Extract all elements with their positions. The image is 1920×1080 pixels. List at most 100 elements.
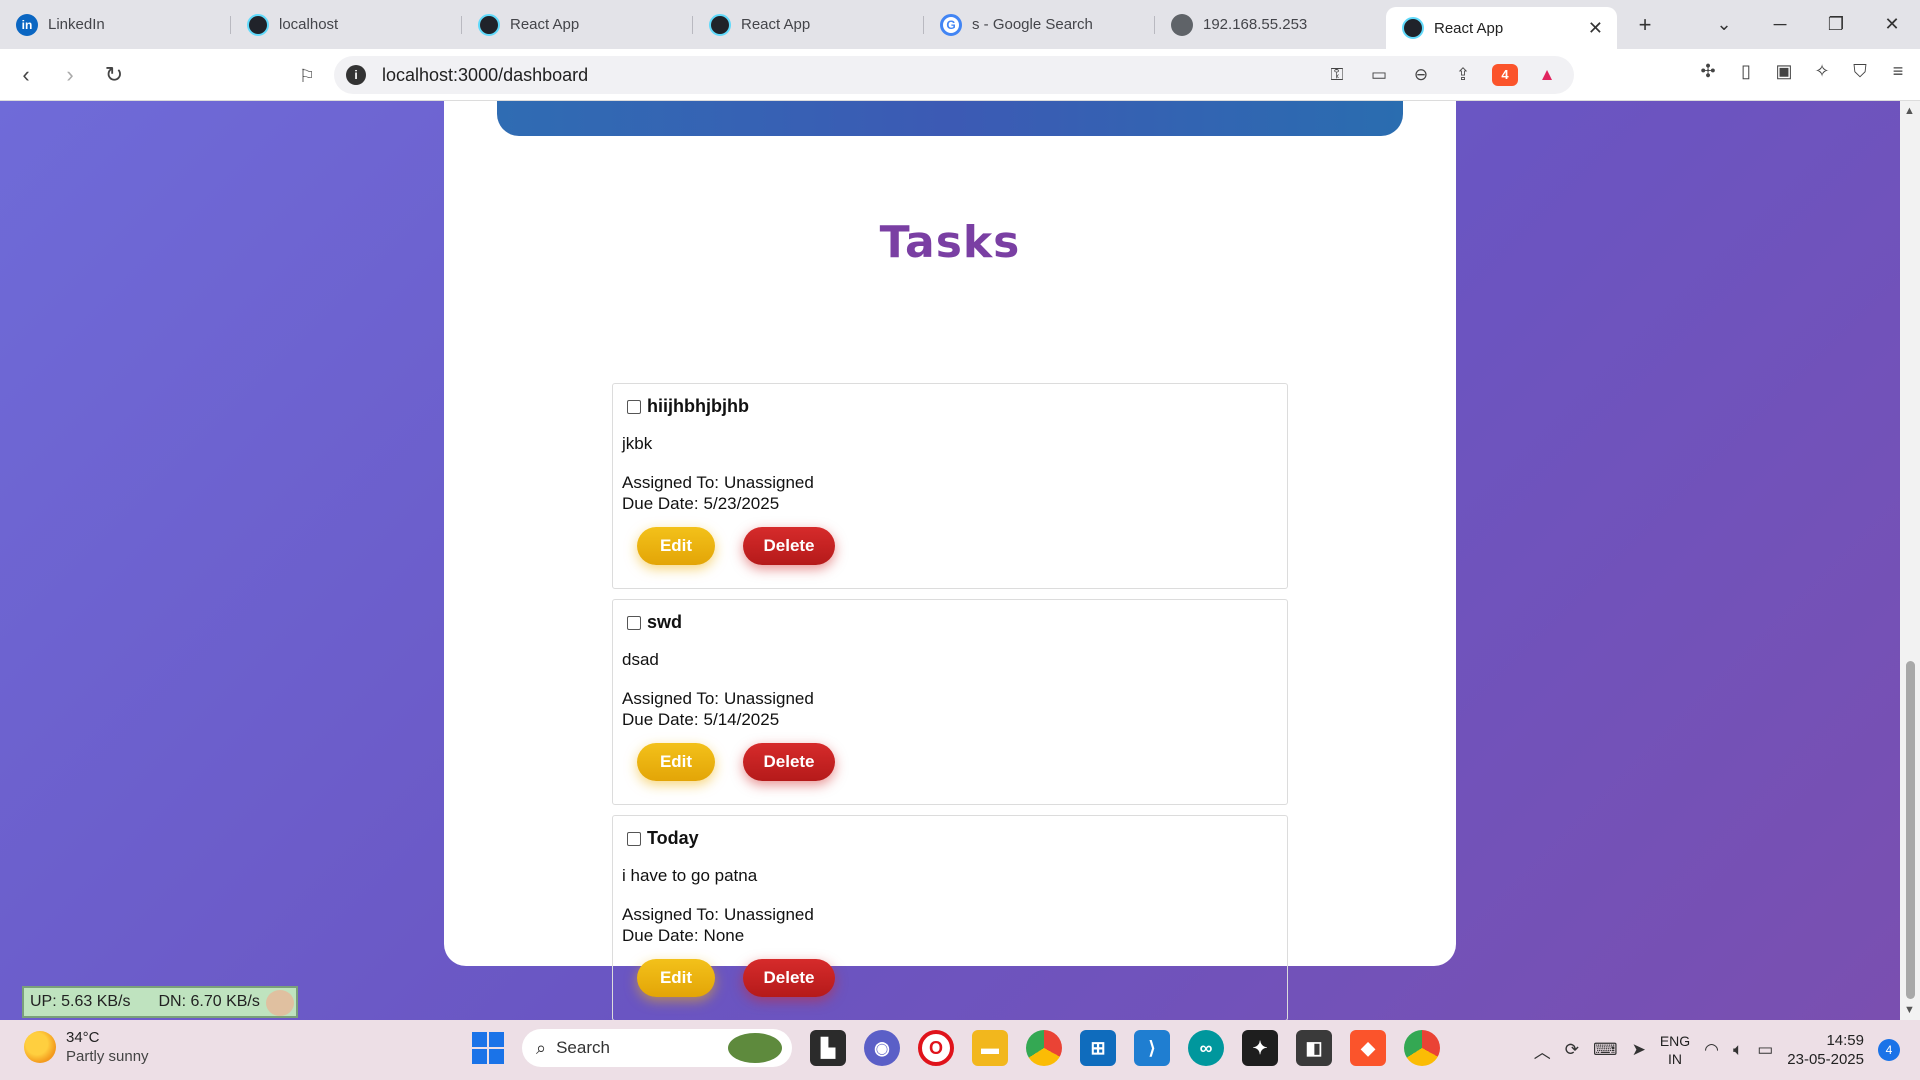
address-bar[interactable]: i localhost:3000/dashboard ⚿ ▭ ⊖ ⇪ 4 ▲ xyxy=(334,56,1574,94)
network-speed-widget: UP: 5.63 KB/s DN: 6.70 KB/s xyxy=(22,986,298,1018)
close-tab-icon[interactable]: ✕ xyxy=(1588,18,1603,39)
site-info-icon[interactable]: i xyxy=(346,65,366,85)
key-icon[interactable]: ⚿ xyxy=(1324,65,1350,85)
keyboard-icon[interactable]: ⌨ xyxy=(1593,1040,1618,1060)
extensions-icon[interactable]: ✣ xyxy=(1696,61,1720,82)
brave-shields-icon[interactable]: 4 xyxy=(1492,64,1518,86)
show-hidden-icons[interactable]: ︿ xyxy=(1534,1038,1551,1063)
wallet-icon[interactable]: ▣ xyxy=(1772,61,1796,82)
minimize-button[interactable]: ─ xyxy=(1752,14,1808,35)
tab-react-app-2[interactable]: React App xyxy=(693,0,924,49)
notification-badge[interactable]: 4 xyxy=(1878,1039,1900,1061)
start-button[interactable] xyxy=(472,1032,504,1064)
task-description: i have to go patna xyxy=(622,866,758,885)
task-complete-checkbox[interactable] xyxy=(627,831,641,846)
tab-label: s - Google Search xyxy=(972,16,1093,33)
tab-localhost[interactable]: localhost xyxy=(231,0,462,49)
reload-button[interactable]: ↻ xyxy=(96,57,132,93)
header-banner xyxy=(497,101,1403,136)
teams-icon[interactable]: ◉ xyxy=(864,1030,900,1066)
file-explorer-icon[interactable]: ▬ xyxy=(972,1030,1008,1066)
task-description: dsad xyxy=(622,650,659,669)
task-view-icon[interactable]: ▙ xyxy=(810,1030,846,1066)
vscode-icon[interactable]: ⟩ xyxy=(1134,1030,1170,1066)
opera-icon[interactable]: O xyxy=(918,1030,954,1066)
wifi-icon[interactable]: ◠ xyxy=(1704,1040,1719,1060)
scroll-up-icon[interactable]: ▲ xyxy=(1904,105,1915,117)
weather-temperature: 34°C xyxy=(66,1029,100,1046)
delete-task-button[interactable]: Delete xyxy=(743,959,835,997)
page-viewport: Tasks hiijhbhjbjhb jkbk Assigned To: Unas… xyxy=(0,101,1900,1020)
zoom-out-icon[interactable]: ⊖ xyxy=(1408,65,1434,85)
tab-ip-address[interactable]: 192.168.55.253 xyxy=(1155,0,1386,49)
widget-avatar xyxy=(266,990,294,1016)
task-card: swd dsad Assigned To: Unassigned Due Date… xyxy=(612,599,1288,805)
url-text[interactable]: localhost:3000/dashboard xyxy=(382,65,588,86)
tab-search-icon[interactable]: ⌄ xyxy=(1696,14,1752,35)
chrome-icon[interactable] xyxy=(1026,1030,1062,1066)
edit-task-button[interactable]: Edit xyxy=(637,959,715,997)
figma-icon[interactable]: ✦ xyxy=(1242,1030,1278,1066)
weather-condition: Partly sunny xyxy=(66,1048,149,1065)
leo-ai-icon[interactable]: ✧ xyxy=(1810,61,1834,82)
battery-icon[interactable]: ▭ xyxy=(1757,1040,1773,1060)
sidebar-icon[interactable]: ▯ xyxy=(1734,61,1758,82)
delete-task-button[interactable]: Delete xyxy=(743,743,835,781)
task-due-date: Due Date: 5/23/2025 xyxy=(622,494,780,513)
tab-react-app-active[interactable]: React App ✕ xyxy=(1386,7,1617,49)
arduino-icon[interactable]: ∞ xyxy=(1188,1030,1224,1066)
tab-label: 192.168.55.253 xyxy=(1203,16,1308,33)
edit-task-button[interactable]: Edit xyxy=(637,527,715,565)
restore-button[interactable]: ❐ xyxy=(1808,14,1864,35)
task-assigned: Assigned To: Unassigned xyxy=(622,689,814,708)
windows-taskbar: 34°C Partly sunny ⌕ Search ▙ ◉ O ▬ ⊞ ⟩ ∞… xyxy=(0,1020,1920,1080)
microsoft-store-icon[interactable]: ⊞ xyxy=(1080,1030,1116,1066)
tab-label: localhost xyxy=(279,16,339,33)
task-card: Today i have to go patna Assigned To: Una… xyxy=(612,815,1288,1020)
share-icon[interactable]: ⇪ xyxy=(1450,65,1476,85)
task-title: Today xyxy=(647,828,699,848)
android-studio-icon[interactable]: ◧ xyxy=(1296,1030,1332,1066)
task-complete-checkbox[interactable] xyxy=(627,615,641,630)
search-icon: ⌕ xyxy=(536,1037,547,1058)
back-button[interactable]: ‹ xyxy=(8,57,44,93)
react-icon xyxy=(709,13,731,36)
page-title: Tasks xyxy=(879,217,1021,268)
task-title: swd xyxy=(647,612,683,632)
taskbar-search[interactable]: ⌕ Search xyxy=(522,1029,792,1067)
scroll-down-icon[interactable]: ▼ xyxy=(1904,1004,1915,1016)
volume-icon[interactable]: 🔈︎ xyxy=(1733,1040,1743,1060)
new-tab-button[interactable]: + xyxy=(1625,5,1665,45)
search-highlight-icon xyxy=(728,1033,782,1063)
vpn-icon[interactable]: ⛉ xyxy=(1848,61,1872,82)
tab-label: LinkedIn xyxy=(48,16,105,33)
tab-label: React App xyxy=(741,16,811,33)
location-icon[interactable]: ➤ xyxy=(1632,1040,1646,1060)
close-window-button[interactable]: ✕ xyxy=(1864,14,1920,35)
tab-google-search[interactable]: G s - Google Search xyxy=(924,0,1155,49)
cast-icon[interactable]: ▭ xyxy=(1366,65,1392,85)
language-indicator[interactable]: ENG IN xyxy=(1660,1032,1690,1068)
scrollbar-thumb[interactable] xyxy=(1906,661,1915,999)
task-complete-checkbox[interactable] xyxy=(627,399,641,414)
tab-label: React App xyxy=(1434,19,1504,37)
chrome-profile-icon[interactable] xyxy=(1404,1030,1440,1066)
edit-task-button[interactable]: Edit xyxy=(637,743,715,781)
dashboard-card: Tasks hiijhbhjbjhb jkbk Assigned To: Unas… xyxy=(444,101,1456,1020)
task-due-date: Due Date: 5/14/2025 xyxy=(622,710,780,729)
delete-task-button[interactable]: Delete xyxy=(743,527,835,565)
forward-button[interactable]: › xyxy=(52,57,88,93)
sync-icon[interactable]: ⟳ xyxy=(1565,1040,1579,1060)
weather-widget[interactable]: 34°C Partly sunny xyxy=(24,1028,149,1066)
tab-react-app-1[interactable]: React App xyxy=(462,0,693,49)
upload-speed: UP: 5.63 KB/s xyxy=(30,993,131,1010)
brave-icon[interactable]: ◆ xyxy=(1350,1030,1386,1066)
react-icon xyxy=(247,13,269,36)
page-scrollbar[interactable]: ▲ ▼ xyxy=(1900,101,1920,1020)
clock[interactable]: 14:59 23-05-2025 xyxy=(1787,1031,1864,1069)
bookmark-icon[interactable]: ⚐ xyxy=(292,61,322,91)
tab-linkedin[interactable]: in LinkedIn xyxy=(0,0,231,49)
brave-rewards-icon[interactable]: ▲ xyxy=(1534,65,1560,85)
menu-icon[interactable]: ≡ xyxy=(1886,61,1910,82)
task-assigned: Assigned To: Unassigned xyxy=(622,905,814,924)
